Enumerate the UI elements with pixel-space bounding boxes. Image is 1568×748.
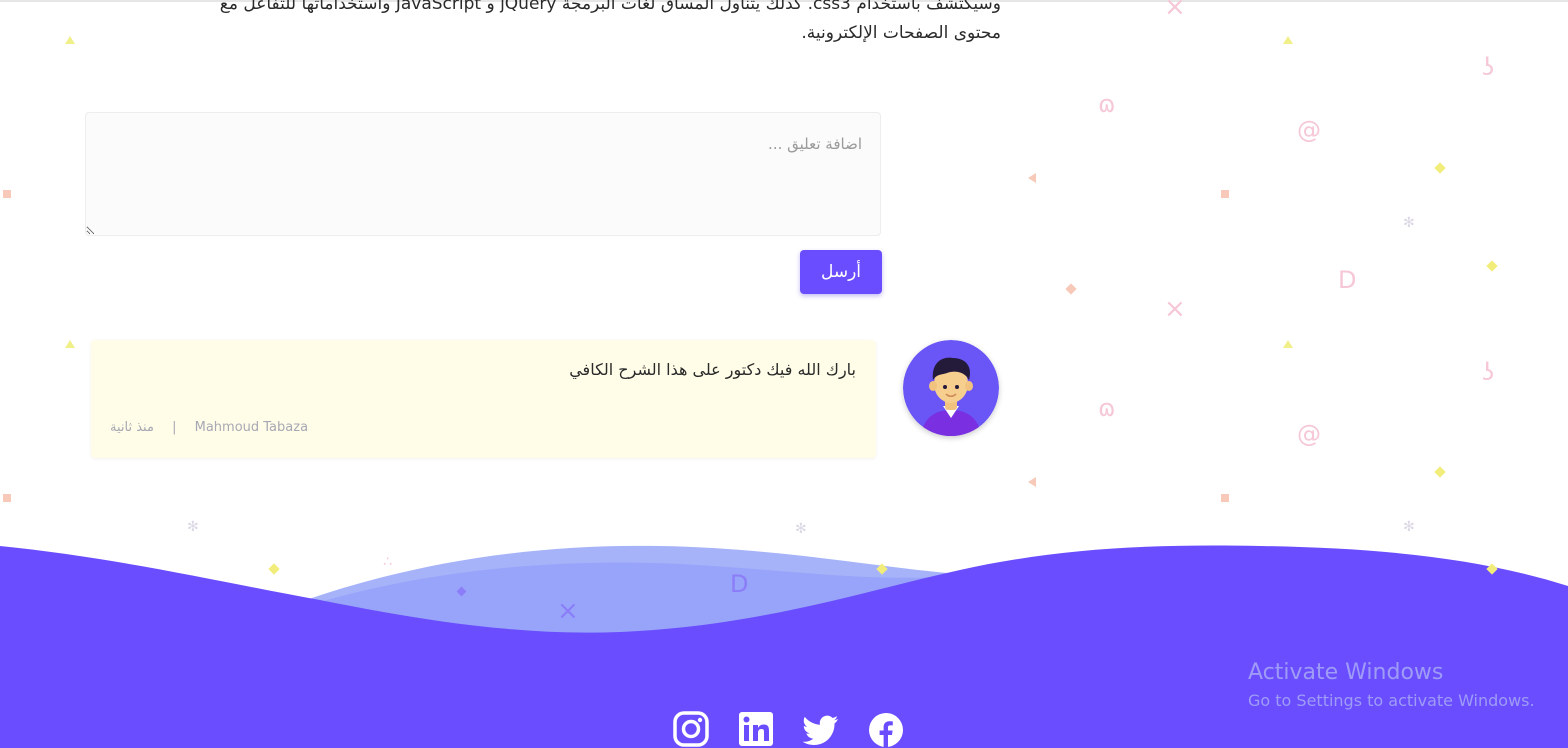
windows-activation-watermark: Activate Windows Go to Settings to activ…	[1248, 660, 1535, 710]
avatar	[903, 340, 999, 436]
facebook-icon[interactable]	[868, 710, 904, 748]
comment-meta: منذ ثانية | Mahmoud Tabaza	[110, 420, 308, 435]
meta-separator: |	[172, 420, 177, 435]
comment-time: منذ ثانية	[110, 420, 154, 435]
description-line-2: محتوى الصفحات الإلكترونية.	[801, 23, 1001, 43]
activate-title: Activate Windows	[1248, 660, 1444, 685]
linkedin-link[interactable]	[738, 710, 774, 748]
instagram-icon[interactable]	[673, 710, 709, 748]
social-links	[673, 710, 904, 748]
send-comment-button[interactable]: أرسل	[800, 250, 882, 294]
comment-input[interactable]	[85, 112, 881, 236]
comment-text: بارك الله فيك دكتور على هذا الشرح الكافي	[569, 360, 856, 379]
course-description: وسيكتشف باستخدام css3. كذلك يتناول المسا…	[101, 0, 1001, 48]
facebook-link[interactable]	[868, 710, 904, 748]
comment-author: Mahmoud Tabaza	[194, 420, 309, 435]
user-avatar-icon	[903, 340, 999, 436]
activate-subtitle: Go to Settings to activate Windows.	[1248, 691, 1535, 710]
linkedin-icon[interactable]	[738, 710, 774, 748]
instagram-link[interactable]	[673, 710, 709, 748]
description-line-1: وسيكتشف باستخدام css3. كذلك يتناول المسا…	[219, 0, 1001, 14]
comment-item: بارك الله فيك دكتور على هذا الشرح الكافي…	[91, 340, 876, 458]
twitter-icon[interactable]	[803, 710, 839, 748]
twitter-link[interactable]	[803, 710, 839, 748]
